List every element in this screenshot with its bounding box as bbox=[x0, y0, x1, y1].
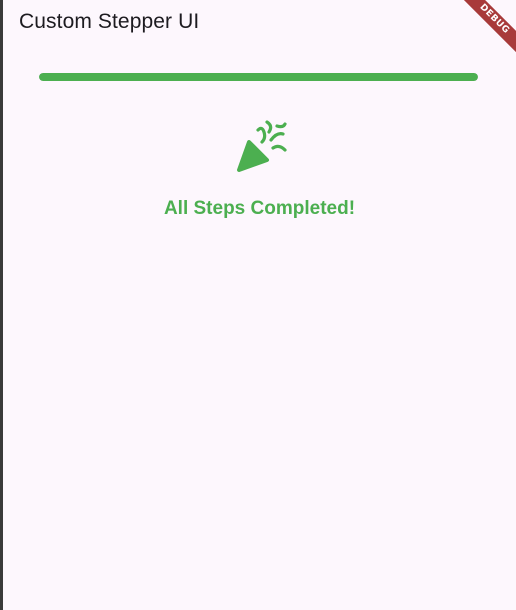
debug-banner: DEBUG bbox=[446, 0, 516, 70]
app-title: Custom Stepper UI bbox=[19, 10, 200, 33]
progress-fill bbox=[39, 73, 478, 81]
debug-label: DEBUG bbox=[453, 0, 516, 61]
app-window: Custom Stepper UI All Steps Completed! D… bbox=[3, 0, 516, 610]
app-bar: Custom Stepper UI bbox=[3, 0, 516, 50]
stepper-progress-bar bbox=[39, 73, 478, 81]
celebration-icon bbox=[237, 120, 287, 172]
completion-message: All Steps Completed! bbox=[163, 198, 356, 219]
